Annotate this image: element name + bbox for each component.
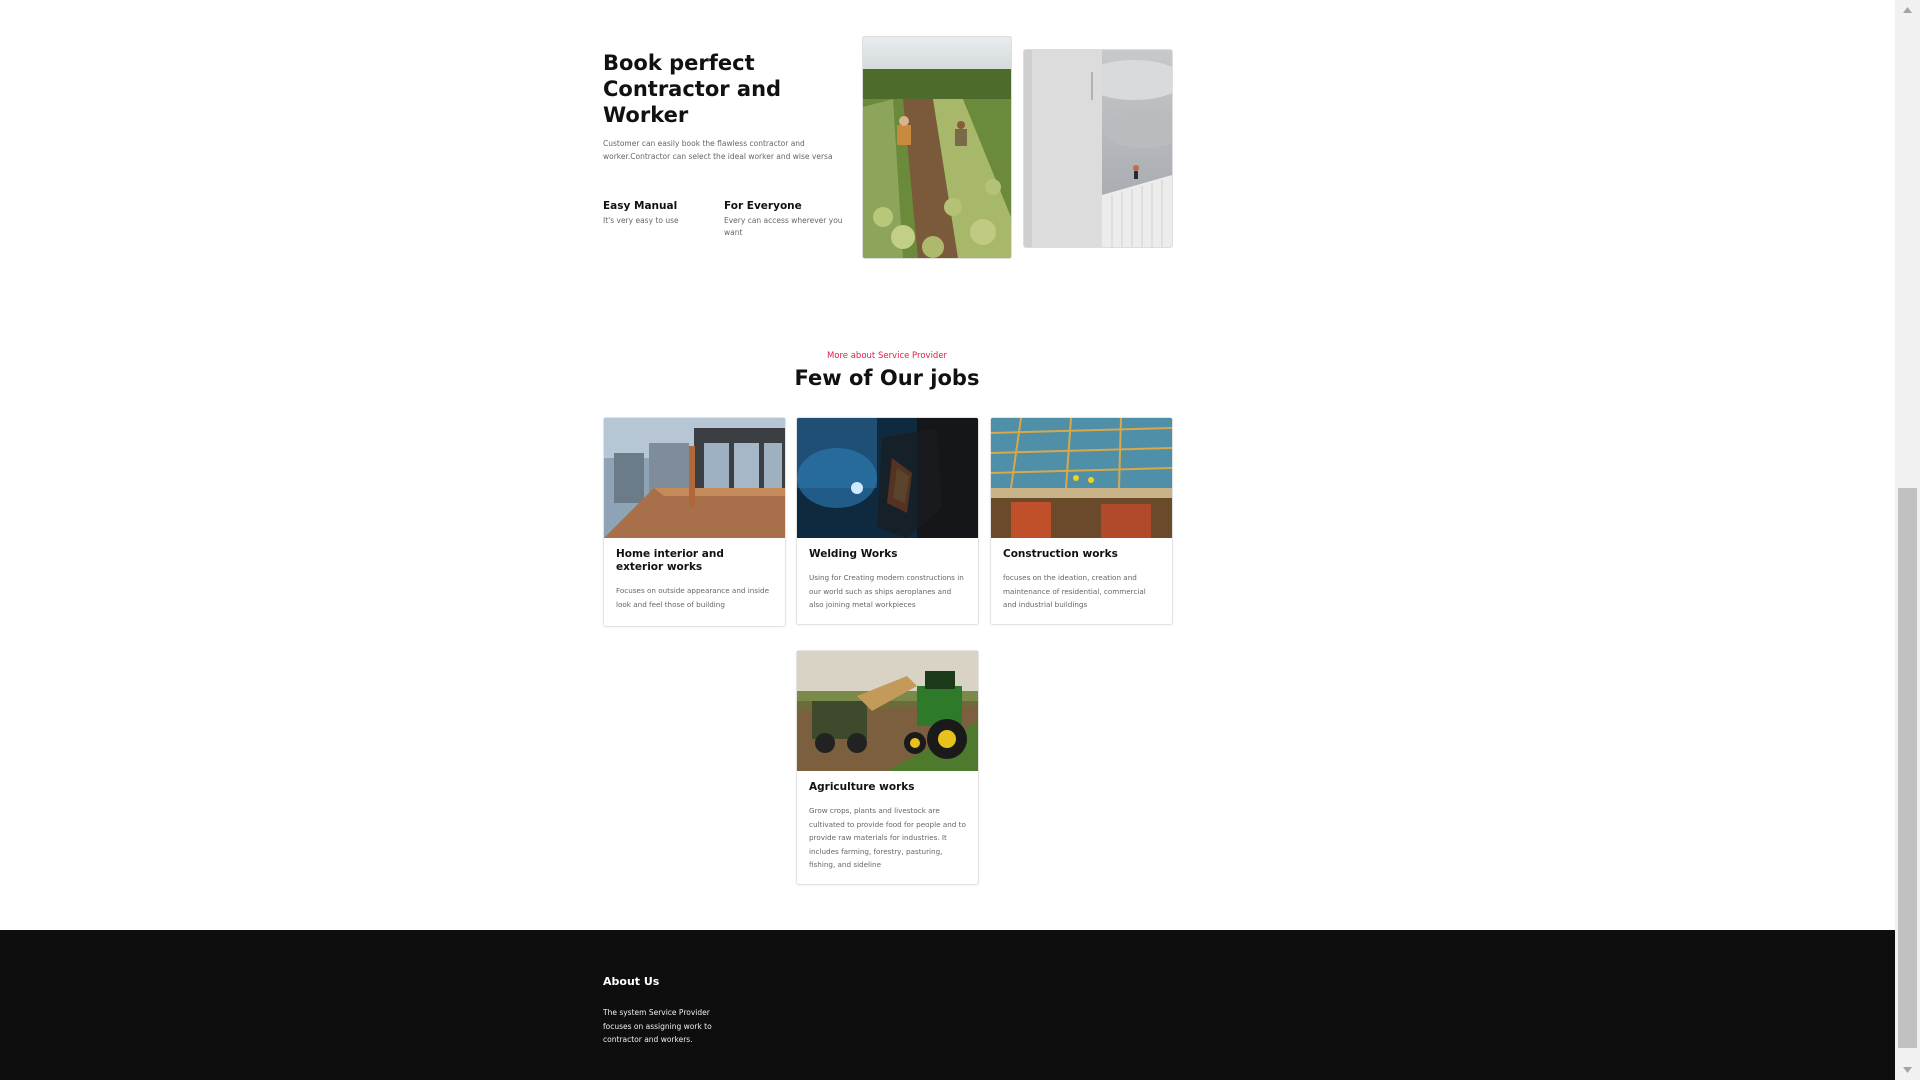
feature-easy-manual: Easy Manual It's very easy to use	[603, 200, 723, 227]
card-title: Agriculture works	[809, 781, 915, 793]
construction-image	[991, 418, 1172, 538]
job-card-agriculture: Agriculture works Grow crops, plants and…	[796, 650, 979, 885]
farmers-field-image	[862, 36, 1012, 259]
feature-description: Every can access wherever you want	[724, 216, 843, 237]
feature-title: Easy Manual	[603, 200, 678, 212]
scrollbar-thumb[interactable]	[1898, 488, 1917, 1048]
card-description: Using for Creating modern constructions …	[809, 573, 964, 609]
section-eyebrow: More about Service Provider	[826, 351, 948, 361]
job-card-welding: Welding Works Using for Creating modern …	[796, 417, 979, 625]
job-card-home-interior: Home interior and exterior works Focuses…	[603, 417, 786, 627]
footer: About Us The system Service Provider foc…	[0, 930, 1895, 1080]
agriculture-image	[797, 651, 978, 771]
welding-image	[797, 418, 978, 538]
section-title: Few of Our jobs	[794, 366, 980, 390]
card-description: focuses on the ideation, creation and ma…	[1003, 573, 1146, 609]
scroll-down-arrow-icon[interactable]	[1895, 1060, 1920, 1080]
card-title: Home interior and exterior works	[616, 548, 724, 573]
home-interior-image	[604, 418, 785, 538]
feature-title: For Everyone	[724, 200, 802, 212]
scroll-up-arrow-icon[interactable]	[1895, 0, 1920, 20]
card-title: Welding Works	[809, 548, 898, 560]
page: Book perfect Contractor and Worker Custo…	[0, 0, 1895, 1080]
hero-title: Book perfect Contractor and Worker	[603, 51, 782, 127]
building-worker-image	[1023, 49, 1173, 248]
job-card-construction: Construction works focuses on the ideati…	[990, 417, 1173, 625]
footer-heading: About Us	[603, 975, 660, 988]
card-title: Construction works	[1003, 548, 1118, 560]
card-description: Focuses on outside appearance and inside…	[616, 586, 770, 609]
vertical-scrollbar[interactable]	[1895, 0, 1920, 1080]
hero-description: Customer can easily book the flawless co…	[603, 139, 833, 161]
footer-about-text: The system Service Provider focuses on a…	[603, 1008, 712, 1044]
feature-description: It's very easy to use	[603, 216, 679, 225]
card-description: Grow crops, plants and livestock are cul…	[809, 806, 966, 869]
feature-for-everyone: For Everyone Every can access wherever y…	[724, 200, 844, 239]
